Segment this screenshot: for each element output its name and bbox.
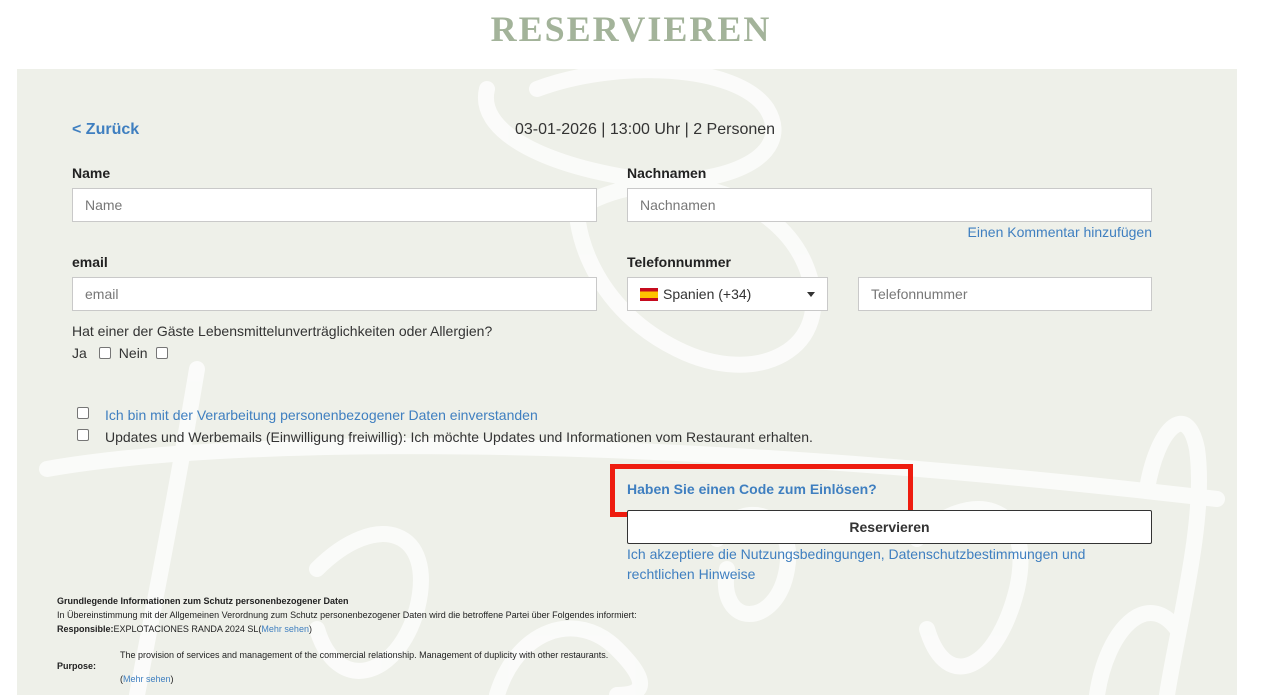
reserve-button[interactable]: Reservieren	[627, 510, 1152, 544]
name-label: Name	[72, 165, 111, 181]
phone-label: Telefonnummer	[627, 254, 731, 270]
allergy-yes-label: Ja	[72, 345, 87, 361]
booking-summary: 03-01-2026 | 13:00 Uhr | 2 Personen	[515, 121, 776, 138]
surname-input[interactable]	[627, 188, 1152, 222]
spain-flag-icon	[640, 287, 658, 301]
data-protection-heading: Grundlegende Informationen zum Schutz pe…	[57, 596, 349, 606]
marketing-consent-label: Updates und Werbemails (Einwilligung fre…	[105, 429, 813, 445]
chevron-down-icon	[807, 291, 815, 297]
phone-input[interactable]	[858, 277, 1152, 311]
data-protection-info: Grundlegende Informationen zum Schutz pe…	[57, 594, 957, 636]
responsible-more-link[interactable]: Mehr sehen	[261, 624, 309, 634]
purpose-info: The provision of services and management…	[120, 648, 820, 686]
allergy-no-checkbox[interactable]	[155, 347, 168, 359]
purpose-value: The provision of services and management…	[120, 650, 609, 660]
purpose-label: Purpose:	[57, 661, 97, 671]
allergy-no-label: Nein	[118, 345, 148, 361]
back-link[interactable]: < Zurück	[72, 121, 139, 139]
name-input[interactable]	[72, 188, 597, 222]
email-input[interactable]	[72, 277, 597, 311]
terms-link[interactable]: Ich akzeptiere die Nutzungsbedingungen, …	[627, 544, 1127, 584]
reservation-panel: < Zurück 03-01-2026 | 13:00 Uhr | 2 Pers…	[17, 69, 1237, 695]
allergy-options: Ja Nein	[72, 345, 168, 361]
purpose-label-wrap: Purpose:	[57, 659, 96, 673]
redeem-code-link[interactable]: Haben Sie einen Code zum Einlösen?	[627, 481, 877, 497]
responsible-label: Responsible:	[57, 624, 114, 634]
country-code-value: Spanien (+34)	[663, 286, 752, 302]
purpose-more-link[interactable]: Mehr sehen	[123, 674, 171, 684]
country-code-select[interactable]: Spanien (+34)	[627, 277, 828, 311]
responsible-value: EXPLOTACIONES RANDA 2024 SL	[113, 624, 259, 634]
page-title: RESERVIEREN	[490, 9, 772, 49]
marketing-checkbox[interactable]	[77, 429, 89, 441]
email-label: email	[72, 254, 108, 270]
surname-label: Nachnamen	[627, 165, 707, 181]
allergy-question: Hat einer der Gäste Lebensmittelunverträ…	[72, 323, 493, 339]
add-comment-link[interactable]: Einen Kommentar hinzufügen	[968, 224, 1152, 240]
allergy-yes-checkbox[interactable]	[98, 347, 111, 359]
data-protection-intro: In Übereinstimmung mit der Allgemeinen V…	[57, 610, 637, 620]
data-processing-consent-link[interactable]: Ich bin mit der Verarbeitung personenbez…	[105, 407, 538, 423]
data-processing-checkbox[interactable]	[77, 407, 89, 419]
